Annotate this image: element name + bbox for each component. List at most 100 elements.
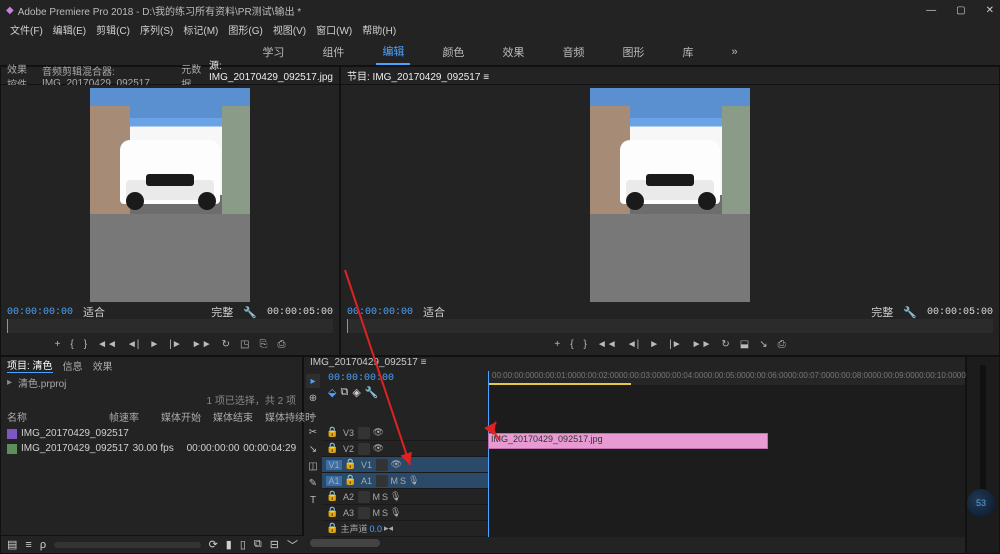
insert-icon[interactable]: ◳ xyxy=(240,339,249,350)
menu-graphics[interactable]: 图形(G) xyxy=(224,22,266,37)
go-to-in-icon[interactable]: ◄◄ xyxy=(597,339,617,350)
settings-icon[interactable]: 🔧 xyxy=(365,386,379,399)
freeform-view-icon[interactable]: ρ xyxy=(40,539,46,551)
go-to-out-icon[interactable]: ►► xyxy=(192,339,212,350)
step-fwd-icon[interactable]: |► xyxy=(669,339,682,350)
mark-out-icon[interactable]: } xyxy=(584,339,587,350)
timeline-clip[interactable]: IMG_20170429_092517.jpg xyxy=(488,433,768,449)
menu-window[interactable]: 窗口(W) xyxy=(312,22,356,37)
project-file-name: 清色.prproj xyxy=(18,375,66,390)
mark-out-icon[interactable]: } xyxy=(84,339,87,350)
program-zoom-label[interactable]: 完整 xyxy=(871,304,893,320)
program-fit-label[interactable]: 适合 xyxy=(423,304,445,320)
program-monitor-viewport[interactable] xyxy=(341,85,999,305)
delete-icon[interactable]: ﹀ xyxy=(287,537,298,553)
pen-tool-icon[interactable]: ◫ xyxy=(306,459,320,473)
tab-color[interactable]: 颜色 xyxy=(436,40,470,64)
tab-editing[interactable]: 编辑 xyxy=(376,39,410,65)
track-a3-header[interactable]: 🔒A3MS🎙 xyxy=(322,505,488,521)
add-marker-icon[interactable]: + xyxy=(55,339,61,350)
tab-effects[interactable]: 效果 xyxy=(496,40,530,64)
menu-marker[interactable]: 标记(M) xyxy=(179,22,222,37)
menubar: 文件(F) 编辑(E) 剪辑(C) 序列(S) 标记(M) 图形(G) 视图(V… xyxy=(0,20,1000,38)
window-titlebar: ◆ Adobe Premiere Pro 2018 - D:\我的练习所有资料\… xyxy=(0,0,1000,20)
app-icon: ◆ xyxy=(6,5,14,16)
source-timecode-in[interactable]: 00:00:00:00 xyxy=(7,307,73,318)
track-v2-header[interactable]: 🔒V2👁 xyxy=(322,441,488,457)
linked-sel-icon[interactable]: ⧉ xyxy=(340,386,348,399)
tab-info[interactable]: 信息 xyxy=(63,358,83,373)
loop-icon[interactable]: ↻ xyxy=(721,339,729,350)
track-select-tool-icon[interactable]: ⊕ xyxy=(306,391,320,405)
type-tool-icon[interactable]: T xyxy=(306,493,320,507)
bin-row-image[interactable]: IMG_20170429_092517 30.00 fps 00:00:00:0… xyxy=(5,441,298,456)
lift-icon[interactable]: ⬓ xyxy=(740,339,749,350)
track-a2-header[interactable]: 🔒A2MS🎙 xyxy=(322,489,488,505)
export-frame-icon[interactable]: ⎙ xyxy=(778,339,786,350)
go-to-out-icon[interactable]: ►► xyxy=(692,339,712,350)
minimize-icon[interactable]: — xyxy=(926,5,936,16)
play-icon[interactable]: ► xyxy=(649,339,659,350)
razor-tool-icon[interactable]: ✂ xyxy=(306,425,320,439)
program-timecode-in[interactable]: 00:00:00:00 xyxy=(347,307,413,318)
menu-file[interactable]: 文件(F) xyxy=(6,22,47,37)
timeline-timecode[interactable]: 00:00:00:00 xyxy=(328,373,394,384)
maximize-icon[interactable]: ▢ xyxy=(956,5,965,16)
step-fwd-icon[interactable]: |► xyxy=(169,339,182,350)
play-icon[interactable]: ► xyxy=(149,339,159,350)
bin-column-headers: 名称 帧速率 媒体开始 媒体结束 媒体持续时 xyxy=(1,407,302,426)
track-v3-header[interactable]: 🔒V3👁 xyxy=(322,425,488,441)
source-zoom-label[interactable]: 完整 xyxy=(211,304,233,320)
mark-in-icon[interactable]: { xyxy=(570,339,573,350)
source-time-ruler[interactable] xyxy=(7,319,333,333)
tab-audio[interactable]: 音频 xyxy=(556,40,590,64)
mark-in-icon[interactable]: { xyxy=(70,339,73,350)
thumb-zoom-slider[interactable] xyxy=(54,542,200,548)
source-monitor-viewport[interactable] xyxy=(1,85,339,305)
menu-sequence[interactable]: 序列(S) xyxy=(136,22,177,37)
timeline-ruler[interactable]: 00:00:00:0000:00:01:00 00:00:02:0000:00:… xyxy=(488,371,965,385)
tab-libraries[interactable]: 库 xyxy=(676,40,699,64)
sequence-thumb-icon xyxy=(7,429,17,439)
track-master-header[interactable]: 🔒主声道0.0▸◂ xyxy=(322,521,488,537)
program-preview-image xyxy=(590,88,750,302)
timeline-playhead[interactable] xyxy=(488,371,489,537)
go-to-in-icon[interactable]: ◄◄ xyxy=(97,339,117,350)
icon-view-icon[interactable]: ≡ xyxy=(25,539,31,551)
selection-tool-icon[interactable]: ▸ xyxy=(306,374,320,388)
menu-clip[interactable]: 剪辑(C) xyxy=(92,22,134,37)
step-back-icon[interactable]: ◄| xyxy=(127,339,140,350)
menu-view[interactable]: 视图(V) xyxy=(269,22,310,37)
timeline-sequence-tab[interactable]: IMG_20170429_092517 ≡ xyxy=(304,357,965,371)
loop-icon[interactable]: ↻ xyxy=(222,339,230,350)
tab-graphics[interactable]: 图形 xyxy=(616,40,650,64)
extract-icon[interactable]: ↘ xyxy=(759,339,767,350)
step-back-icon[interactable]: ◄| xyxy=(627,339,640,350)
program-monitor-panel: 节目: IMG_20170429_092517 ≡ 00:00:00:00 适合… xyxy=(340,66,1000,356)
tab-program-sequence[interactable]: 节目: IMG_20170429_092517 ≡ xyxy=(347,68,489,83)
audio-gain-readout[interactable]: 53 xyxy=(967,489,995,517)
source-fit-label[interactable]: 适合 xyxy=(83,304,105,320)
menu-help[interactable]: 帮助(H) xyxy=(358,22,400,37)
export-frame-icon[interactable]: ⎙ xyxy=(277,339,285,350)
chevron-right-icon[interactable]: ▸ xyxy=(7,377,12,388)
tab-project[interactable]: 项目: 清色 xyxy=(7,357,53,373)
overwrite-icon[interactable]: ⎘ xyxy=(259,339,267,350)
add-marker-icon[interactable]: + xyxy=(554,339,560,350)
timeline-zoom-scrollbar[interactable] xyxy=(304,537,965,549)
timeline-track-area[interactable]: 00:00:00:0000:00:01:00 00:00:02:0000:00:… xyxy=(488,371,965,537)
tab-effects-panel[interactable]: 效果 xyxy=(93,358,113,373)
snap-icon[interactable]: ⬙ xyxy=(328,386,336,399)
track-v1-header[interactable]: V1🔒V1👁 xyxy=(322,457,488,473)
source-transport: + { } ◄◄ ◄| ► |► ►► ↻ ◳ ⎘ ⎙ xyxy=(1,333,339,355)
hand-tool-icon[interactable]: ✎ xyxy=(306,476,320,490)
marker-icon[interactable]: ◈ xyxy=(352,386,360,399)
bin-row-sequence[interactable]: IMG_20170429_092517 xyxy=(5,426,298,441)
tab-overflow[interactable]: » xyxy=(725,42,743,62)
menu-edit[interactable]: 编辑(E) xyxy=(49,22,90,37)
program-time-ruler[interactable] xyxy=(347,319,993,333)
close-icon[interactable]: ✕ xyxy=(986,5,994,16)
track-a1-header[interactable]: A1🔒A1MS🎙 xyxy=(322,473,488,489)
slip-tool-icon[interactable]: ↘ xyxy=(306,442,320,456)
program-timecode-dur: 00:00:05:00 xyxy=(927,307,993,318)
